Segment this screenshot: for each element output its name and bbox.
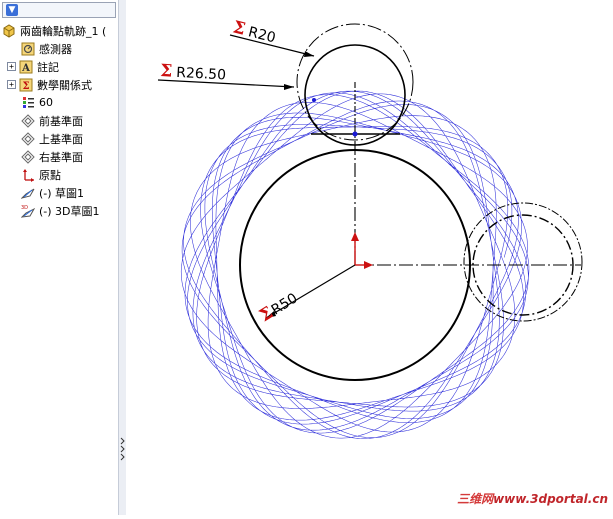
contact-point: [352, 131, 358, 137]
tree-item-label: (-) 草圖1: [39, 186, 85, 200]
tree-item-top-plane[interactable]: 上基準面: [21, 130, 83, 147]
tree-item-origin[interactable]: 原點: [21, 166, 61, 183]
tree-item-label: 數學關係式: [37, 78, 92, 92]
tree-item-right-plane[interactable]: 右基準面: [21, 148, 83, 165]
equations-icon: Σ: [19, 78, 33, 92]
equation-symbol-icon: Σ: [160, 61, 173, 82]
watermark-url: www.3dportal.cn: [493, 492, 608, 506]
3d-sketch-icon: 3D: [21, 205, 35, 218]
cad-drawing: Σ R50 Σ R26.50 Σ R20: [157, 17, 583, 439]
expand-toggle[interactable]: +: [7, 62, 16, 71]
dimension-r50[interactable]: Σ R50: [256, 288, 301, 326]
watermark-cn: 三维网: [457, 492, 494, 506]
annotation-icon: A: [19, 60, 33, 74]
equation-symbol-icon: Σ: [231, 17, 248, 39]
sketch-icon: [21, 188, 35, 199]
r26-arrowhead: [284, 84, 294, 90]
tree-item-equations[interactable]: + Σ 數學關係式: [7, 76, 92, 93]
tree-item-front-plane[interactable]: 前基準面: [21, 112, 83, 129]
sensor-icon: [21, 42, 35, 55]
tree-item-annotations[interactable]: + A 註記: [7, 58, 59, 75]
origin-x-arrow-icon: [364, 261, 373, 269]
trace-point: [312, 98, 316, 102]
watermark: 三维网www.3dportal.cn: [457, 490, 608, 507]
plane-icon: [21, 149, 35, 164]
tree-root-part[interactable]: 兩齒輪點軌跡_1 (: [2, 22, 106, 39]
feature-manager-panel: ▼ 兩齒輪點軌跡_1 ( 感測器 + A 註記 + Σ 數學關係式 60 前基準…: [0, 0, 119, 515]
tree-item-label: 60: [39, 96, 53, 109]
tree-item-material[interactable]: 60: [21, 94, 53, 111]
tree-item-sensors[interactable]: 感測器: [21, 40, 72, 57]
tree-item-label: 感測器: [39, 42, 72, 56]
svg-text:A: A: [21, 63, 30, 74]
tree-item-label: 原點: [39, 168, 61, 182]
material-icon: [23, 96, 34, 108]
r26-leader-line: [157, 79, 295, 88]
origin-y-arrow-icon: [351, 232, 359, 241]
svg-text:3D: 3D: [21, 205, 28, 211]
tree-item-label: 註記: [37, 60, 59, 74]
tree-item-3d-sketch1[interactable]: 3D (-) 3D草圖1: [21, 202, 100, 219]
part-name-label: 兩齒輪點軌跡_1 (: [20, 24, 107, 38]
dimension-r20[interactable]: Σ R20: [231, 17, 278, 47]
plane-icon: [21, 131, 35, 146]
expand-toggle[interactable]: +: [7, 80, 16, 89]
filter-bar[interactable]: ▼: [2, 2, 116, 18]
panel-splitter[interactable]: [118, 0, 126, 515]
tree-item-label: 右基準面: [39, 150, 83, 164]
tree-item-label: (-) 3D草圖1: [39, 204, 100, 218]
dimension-value: R50: [269, 290, 301, 318]
graphics-viewport[interactable]: Σ R50 Σ R26.50 Σ R20 三维网www.3dportal.cn: [126, 0, 613, 515]
tree-item-label: 前基準面: [39, 114, 83, 128]
r20-arrowhead: [304, 51, 314, 57]
tree-item-label: 上基準面: [39, 132, 83, 146]
splitter-grip-icon[interactable]: [120, 436, 125, 462]
filter-icon[interactable]: ▼: [6, 4, 18, 16]
tree-item-sketch1[interactable]: (-) 草圖1: [21, 184, 84, 201]
svg-text:Σ: Σ: [22, 81, 29, 92]
dimension-value: R26.50: [176, 65, 227, 84]
plane-icon: [21, 113, 35, 128]
dimension-r26-50[interactable]: Σ R26.50: [160, 61, 227, 84]
part-icon: [3, 23, 15, 38]
origin-icon: [23, 168, 34, 182]
dimension-value: R20: [247, 24, 278, 46]
